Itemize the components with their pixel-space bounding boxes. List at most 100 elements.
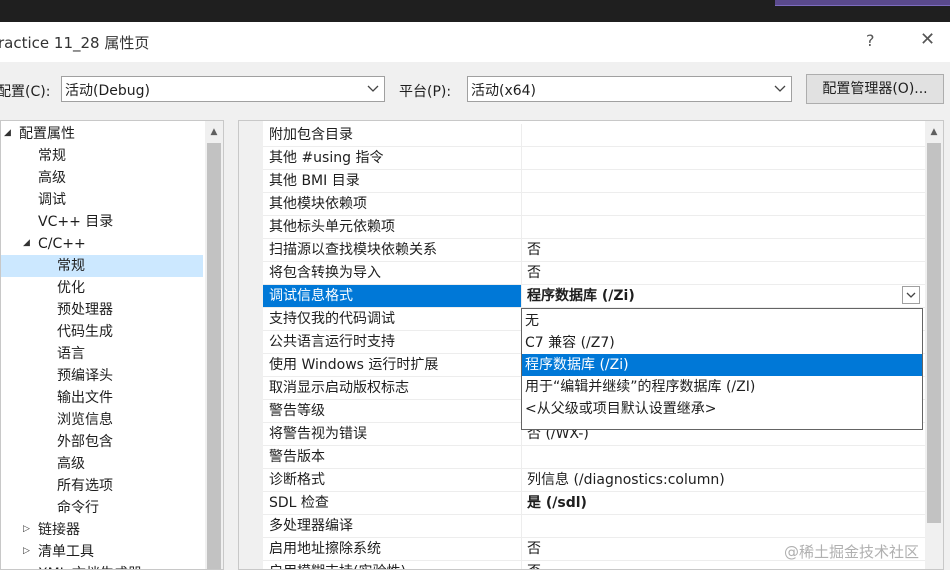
tree-item[interactable]: 高级 bbox=[38, 167, 66, 189]
property-value[interactable]: 列信息 (/diagnostics:column) bbox=[527, 469, 725, 491]
configuration-row: 配置(C): 活动(Debug) 平台(P): 活动(x64) 配置管理器(O)… bbox=[0, 62, 950, 117]
tree-item[interactable]: 语言 bbox=[57, 343, 85, 365]
dropdown-option[interactable]: C7 兼容 (/Z7) bbox=[522, 332, 922, 354]
property-name: 支持仅我的代码调试 bbox=[269, 311, 395, 327]
property-row[interactable]: 其他 BMI 目录 bbox=[263, 170, 925, 193]
property-name: 调试信息格式 bbox=[263, 285, 521, 307]
property-row[interactable]: 附加包含目录 bbox=[263, 124, 925, 147]
scroll-up-icon[interactable]: ▲ bbox=[205, 123, 223, 141]
platform-label: 平台(P): bbox=[399, 84, 452, 100]
dropdown-option[interactable]: 用于“编辑并继续”的程序数据库 (/ZI) bbox=[522, 376, 922, 398]
grid-gutter bbox=[239, 121, 263, 569]
tree-item[interactable]: 命令行 bbox=[57, 497, 99, 519]
property-name: 其他模块依赖项 bbox=[269, 196, 367, 212]
scroll-thumb[interactable] bbox=[207, 143, 221, 569]
column-divider bbox=[521, 239, 522, 262]
tree-item[interactable]: 常规 bbox=[38, 145, 66, 167]
tree-item[interactable]: 预编译头 bbox=[57, 365, 113, 387]
tree-item[interactable]: 链接器 bbox=[38, 519, 80, 541]
help-button[interactable]: ? bbox=[866, 31, 875, 50]
property-name: 其他 BMI 目录 bbox=[269, 173, 360, 189]
platform-value: 活动(x64) bbox=[471, 83, 537, 99]
property-name: 其他 #using 指令 bbox=[269, 150, 384, 166]
property-value[interactable]: 否 bbox=[527, 262, 541, 284]
tree-item[interactable]: 浏览信息 bbox=[57, 409, 113, 431]
config-label: 配置(C): bbox=[0, 84, 51, 100]
property-row[interactable]: SDL 检查 是 (/sdl) bbox=[263, 492, 925, 515]
tree-item[interactable]: 代码生成 bbox=[57, 321, 113, 343]
dropdown-option[interactable]: 程序数据库 (/Zi) bbox=[522, 354, 922, 376]
grid-scrollbar[interactable]: ▲ bbox=[925, 121, 943, 569]
tree-item[interactable]: 调试 bbox=[38, 189, 66, 211]
column-divider bbox=[521, 492, 522, 515]
property-row[interactable]: 多处理器编译 bbox=[263, 515, 925, 538]
property-row[interactable]: 其他标头单元依赖项 bbox=[263, 216, 925, 239]
tree-scrollbar[interactable]: ▲ bbox=[205, 121, 223, 569]
property-name: 将包含转换为导入 bbox=[269, 265, 381, 281]
tree-item[interactable]: 所有选项 bbox=[57, 475, 113, 497]
tree-item[interactable]: 外部包含 bbox=[57, 431, 113, 453]
config-combo[interactable]: 活动(Debug) bbox=[61, 76, 385, 102]
column-divider bbox=[521, 216, 522, 239]
property-name: 附加包含目录 bbox=[269, 127, 353, 143]
tree-item[interactable]: XML 文档生成器 bbox=[38, 563, 142, 569]
property-row[interactable]: 调试信息格式 程序数据库 (/Zi) bbox=[263, 285, 925, 308]
property-name: 公共语言运行时支持 bbox=[269, 334, 395, 350]
dropdown-option[interactable]: 无 bbox=[522, 310, 922, 332]
chevron-down-icon bbox=[906, 292, 916, 298]
tree-item[interactable]: VC++ 目录 bbox=[38, 211, 113, 233]
column-divider bbox=[521, 124, 522, 147]
property-row[interactable]: 扫描源以查找模块依赖关系 否 bbox=[263, 239, 925, 262]
config-manager-button[interactable]: 配置管理器(O)... bbox=[806, 74, 944, 104]
property-row[interactable]: 启用模糊支持(实验性) 否 bbox=[263, 561, 925, 569]
config-value: 活动(Debug) bbox=[65, 83, 150, 99]
property-row[interactable]: 将包含转换为导入 否 bbox=[263, 262, 925, 285]
collapsed-arrow-icon[interactable]: ▷ bbox=[23, 546, 30, 556]
property-row[interactable]: 其他模块依赖项 bbox=[263, 193, 925, 216]
collapsed-arrow-icon[interactable]: ▷ bbox=[23, 524, 30, 534]
property-name: 扫描源以查找模块依赖关系 bbox=[269, 242, 437, 258]
column-divider bbox=[521, 561, 522, 569]
window-title: ractice 11_28 属性页 bbox=[0, 34, 150, 52]
property-row[interactable]: 警告版本 bbox=[263, 446, 925, 469]
property-row[interactable]: 其他 #using 指令 bbox=[263, 147, 925, 170]
tree-item[interactable]: 高级 bbox=[57, 453, 85, 475]
property-name: 取消显示启动版权标志 bbox=[269, 380, 409, 396]
property-name: 其他标头单元依赖项 bbox=[269, 219, 395, 235]
tree-item[interactable]: 常规 bbox=[57, 255, 85, 277]
title-bar: ractice 11_28 属性页 ? ✕ bbox=[0, 22, 950, 62]
close-icon[interactable]: ✕ bbox=[920, 29, 935, 50]
tree-item[interactable]: 清单工具 bbox=[38, 541, 94, 563]
debug-format-dropdown[interactable]: 无 C7 兼容 (/Z7) 程序数据库 (/Zi) 用于“编辑并继续”的程序数据库 (… bbox=[521, 308, 923, 430]
dropdown-button[interactable] bbox=[902, 286, 920, 304]
top-strip bbox=[0, 0, 950, 22]
property-value[interactable]: 是 (/sdl) bbox=[527, 492, 587, 514]
property-tree: ◢ 配置属性 常规 高级 调试 VC++ 目录 ◢ C/C++ 常规 优化 预处理器 代码生成 语言 预编… bbox=[0, 120, 224, 570]
chevron-down-icon bbox=[367, 85, 379, 92]
property-value[interactable]: 程序数据库 (/Zi) bbox=[527, 285, 635, 307]
property-row[interactable]: 诊断格式 列信息 (/diagnostics:column) bbox=[263, 469, 925, 492]
scroll-thumb[interactable] bbox=[927, 143, 941, 523]
tree-item[interactable]: C/C++ bbox=[38, 233, 86, 255]
taskbar-glow bbox=[775, 0, 950, 6]
property-name: 启用地址擦除系统 bbox=[269, 541, 381, 557]
scroll-up-icon[interactable]: ▲ bbox=[925, 123, 943, 141]
tree-item[interactable]: 配置属性 bbox=[19, 123, 75, 145]
platform-combo[interactable]: 活动(x64) bbox=[467, 76, 792, 102]
column-divider bbox=[521, 538, 522, 561]
column-divider bbox=[521, 262, 522, 285]
expanded-arrow-icon[interactable]: ◢ bbox=[4, 128, 11, 138]
property-value[interactable]: 否 bbox=[527, 538, 541, 560]
property-value[interactable]: 否 bbox=[527, 239, 541, 261]
property-value[interactable]: 否 bbox=[527, 561, 541, 569]
column-divider bbox=[521, 469, 522, 492]
tree-item[interactable]: 优化 bbox=[57, 277, 85, 299]
column-divider bbox=[521, 147, 522, 170]
tree-item[interactable]: 预处理器 bbox=[57, 299, 113, 321]
column-divider bbox=[521, 193, 522, 216]
property-name: SDL 检查 bbox=[269, 495, 329, 511]
expanded-arrow-icon[interactable]: ◢ bbox=[23, 238, 30, 248]
tree-item[interactable]: 输出文件 bbox=[57, 387, 113, 409]
column-divider bbox=[521, 170, 522, 193]
dropdown-option[interactable]: <从父级或项目默认设置继承> bbox=[522, 398, 922, 420]
